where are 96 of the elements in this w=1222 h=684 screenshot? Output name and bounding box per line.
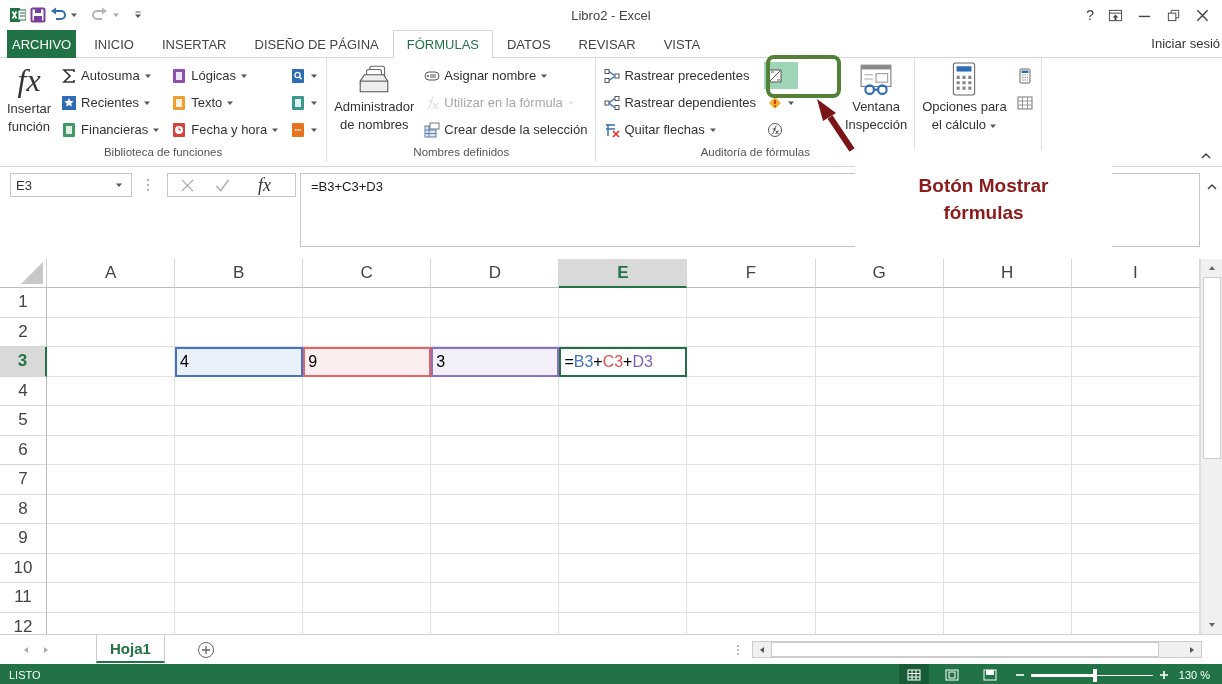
close-icon[interactable]	[1195, 7, 1210, 23]
ribbon-button[interactable]: Rastrear precedentes	[601, 62, 759, 89]
window-title: Libro2 - Excel	[571, 7, 651, 23]
book-icon	[171, 94, 188, 111]
ribbon-tab[interactable]: DATOS	[493, 30, 565, 58]
row-header[interactable]: 9	[0, 524, 47, 554]
table-cell: 9	[303, 347, 432, 377]
ribbon-button[interactable]: Ventana Inspección	[842, 62, 910, 146]
save-icon[interactable]	[30, 7, 46, 23]
ribbon-button[interactable]: Lógicas	[168, 62, 283, 89]
column-header[interactable]: A	[47, 259, 176, 288]
ribbon-button[interactable]: Financieras	[58, 116, 164, 143]
book-icon	[290, 94, 307, 111]
name-box[interactable]: E3	[10, 173, 132, 197]
column-header[interactable]: E	[559, 259, 688, 288]
insert-function-button[interactable]: fx	[258, 174, 271, 196]
row-header[interactable]: 8	[0, 494, 47, 524]
row-header[interactable]: 7	[0, 465, 47, 495]
trace-arrows-icon	[604, 67, 621, 84]
sum-icon	[61, 67, 78, 84]
ribbon-button[interactable]: Recientes	[58, 89, 164, 116]
ribbon-button[interactable]: Asignar nombre	[421, 62, 591, 89]
magnifier-icon	[290, 67, 307, 84]
sheet-tab[interactable]: Hoja1	[96, 635, 165, 663]
ribbon-button[interactable]: Opciones para el cálculo	[920, 62, 1009, 146]
group-label: Nombres definidos	[412, 146, 511, 158]
ribbon-button[interactable]: fx Insertar función	[5, 62, 54, 146]
restore-icon[interactable]	[1166, 7, 1181, 23]
ribbon-tab[interactable]: INICIO	[80, 30, 148, 58]
row-header[interactable]: 11	[0, 583, 47, 613]
ribbon-tab[interactable]: DISEÑO DE PÁGINA	[240, 30, 393, 58]
page-break-icon	[982, 669, 997, 681]
evaluate-icon	[766, 121, 783, 138]
caret-icon[interactable]	[70, 11, 78, 19]
row-header[interactable]: 1	[0, 288, 47, 318]
status-text: LISTO	[9, 669, 41, 681]
file-tab[interactable]: ARCHIVO	[7, 30, 77, 58]
help-button[interactable]: ?	[1086, 7, 1094, 23]
column-header[interactable]: C	[303, 259, 432, 288]
clock-icon	[171, 121, 188, 138]
row-header[interactable]: 3	[0, 347, 47, 377]
function-icon	[424, 94, 441, 111]
remove-arrows-icon	[604, 121, 621, 138]
formula-cell: =B3+C3+D3	[559, 347, 688, 377]
ribbon-display-icon[interactable]	[1108, 7, 1123, 23]
column-header[interactable]: B	[175, 259, 304, 288]
table-icon	[424, 121, 441, 138]
ribbon-button[interactable]: Texto	[168, 89, 283, 116]
customize-caret-icon[interactable]	[134, 11, 142, 19]
ribbon-tab[interactable]: INSERTAR	[147, 30, 241, 58]
zoom-in-icon[interactable]	[1158, 670, 1169, 680]
row-header[interactable]: 6	[0, 435, 47, 465]
collapse-ribbon-icon[interactable]	[1200, 152, 1212, 160]
ribbon-button[interactable]: Crear desde la selección	[421, 116, 591, 143]
calculator-icon	[1016, 67, 1033, 84]
vertical-scrollbar[interactable]	[1200, 259, 1222, 634]
ribbon-button[interactable]: Quitar flechas	[601, 116, 759, 143]
ribbon-button[interactable]: Administrador de nombres	[332, 62, 417, 146]
group-label: Auditoría de fórmulas	[699, 146, 811, 158]
collapse-formula-bar-icon[interactable]	[1206, 183, 1218, 191]
sheet-grid-icon	[1016, 94, 1033, 111]
column-header[interactable]: H	[943, 259, 1072, 288]
add-sheet-icon[interactable]	[196, 640, 215, 659]
watch-window-icon	[859, 62, 894, 96]
callout-text: Botón Mostrar fórmulas	[917, 174, 1050, 225]
column-header[interactable]: F	[687, 259, 816, 288]
ribbon-button[interactable]: Fecha y hora	[168, 116, 283, 143]
horizontal-scrollbar[interactable]	[751, 641, 1202, 658]
book-icon	[61, 121, 78, 138]
normal-view-button[interactable]	[898, 664, 929, 684]
ribbon-tab[interactable]: VISTA	[649, 30, 715, 58]
row-header[interactable]: 5	[0, 406, 47, 436]
book-icon	[171, 67, 188, 84]
drag-handle-icon[interactable]	[146, 177, 150, 193]
zoom-slider[interactable]	[1030, 668, 1153, 682]
book-icon	[290, 121, 307, 138]
zoom-level[interactable]: 130 %	[1178, 669, 1210, 681]
undo-icon[interactable]	[50, 7, 66, 23]
column-header[interactable]: I	[1071, 259, 1200, 288]
ribbon-button[interactable]: Autosuma	[58, 62, 164, 89]
spreadsheet-app-icon	[10, 7, 26, 23]
row-header[interactable]: 10	[0, 553, 47, 583]
table-cell: 3	[431, 347, 560, 377]
trace-arrows-icon	[604, 94, 621, 111]
table-cell: 4	[175, 347, 304, 377]
grid-icon	[906, 669, 921, 681]
check-icon[interactable]	[215, 177, 230, 193]
ribbon-tab[interactable]: REVISAR	[564, 30, 650, 58]
column-header[interactable]: G	[815, 259, 944, 288]
page-icon	[944, 669, 959, 681]
sign-in-link[interactable]: Iniciar sesió	[1151, 36, 1220, 51]
caret-icon[interactable]	[115, 181, 123, 189]
ribbon-button[interactable]: Rastrear dependientes	[601, 89, 759, 116]
group-label: Biblioteca de funciones	[102, 146, 224, 158]
row-header[interactable]: 4	[0, 376, 47, 406]
ribbon-tab[interactable]: FÓRMULAS	[392, 30, 493, 58]
